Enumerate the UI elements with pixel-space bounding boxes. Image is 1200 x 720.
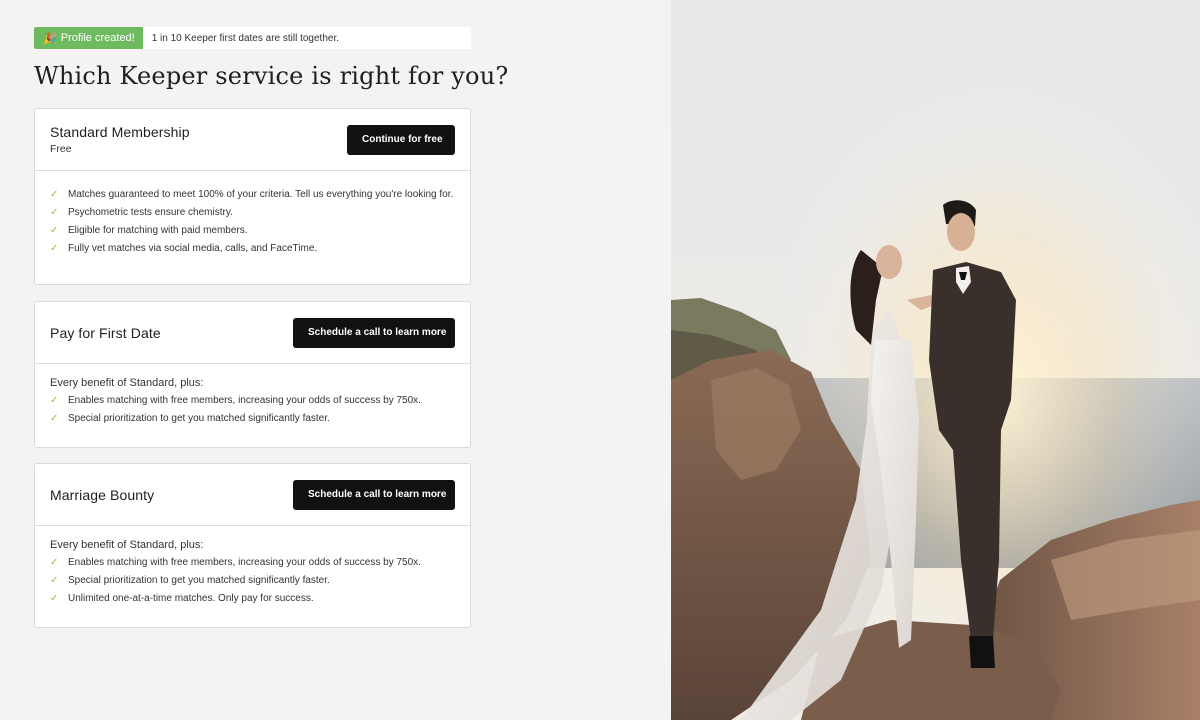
- plan-price: Free: [50, 143, 72, 155]
- benefit-text: Special prioritization to get you matche…: [68, 575, 330, 586]
- plan-card-body: ✓ Matches guaranteed to meet 100% of your…: [35, 171, 470, 256]
- checkmark-icon: ✓: [50, 413, 59, 424]
- plan-card-header: Marriage Bounty Schedule a call to learn…: [35, 464, 470, 526]
- list-item: ✓ Special prioritization to get you match…: [50, 573, 455, 588]
- couple-photo-illustration: [671, 0, 1200, 720]
- plan-card-body: Every benefit of Standard, plus: ✓ Enable…: [35, 526, 470, 606]
- list-item: ✓ Matches guaranteed to meet 100% of your…: [50, 187, 455, 202]
- left-panel: 🎉 Profile created! 1 in 10 Keeper first …: [0, 0, 671, 720]
- benefit-text: Psychometric tests ensure chemistry.: [68, 207, 233, 218]
- schedule-call-button[interactable]: Schedule a call to learn more: [293, 479, 455, 510]
- party-popper-icon: 🎉: [43, 32, 57, 45]
- plan-card-header: Pay for First Date Schedule a call to le…: [35, 302, 470, 364]
- list-item: ✓ Psychometric tests ensure chemistry.: [50, 205, 455, 220]
- banner-message: 1 in 10 Keeper first dates are still tog…: [151, 32, 340, 44]
- plan-title: Standard Membership: [50, 124, 190, 140]
- woman-face-shape: [876, 245, 902, 279]
- continue-for-free-button[interactable]: Continue for free: [347, 124, 455, 155]
- checkmark-icon: ✓: [50, 225, 59, 236]
- page-title: Which Keeper service is right for you?: [34, 62, 509, 90]
- list-item: ✓ Enables matching with free members, inc…: [50, 393, 455, 408]
- profile-created-banner: 🎉 Profile created! 1 in 10 Keeper first …: [34, 27, 471, 49]
- checkmark-icon: ✓: [50, 575, 59, 586]
- checkmark-icon: ✓: [50, 593, 59, 604]
- benefit-text: Special prioritization to get you matche…: [68, 413, 330, 424]
- plan-intro: Every benefit of Standard, plus:: [50, 539, 204, 551]
- plan-card-body: Every benefit of Standard, plus: ✓ Enable…: [35, 364, 470, 426]
- list-item: ✓ Unlimited one-at-a-time matches. Only p…: [50, 591, 455, 606]
- benefit-list: ✓ Enables matching with free members, inc…: [50, 393, 455, 426]
- benefit-text: Enables matching with free members, incr…: [68, 557, 421, 568]
- list-item: ✓ Special prioritization to get you match…: [50, 411, 455, 426]
- checkmark-icon: ✓: [50, 207, 59, 218]
- checkmark-icon: ✓: [50, 395, 59, 406]
- benefit-text: Unlimited one-at-a-time matches. Only pa…: [68, 593, 314, 604]
- checkmark-icon: ✓: [50, 557, 59, 568]
- plan-intro: Every benefit of Standard, plus:: [50, 377, 204, 389]
- list-item: ✓ Fully vet matches via social media, cal…: [50, 241, 455, 256]
- benefit-text: Matches guaranteed to meet 100% of your …: [68, 189, 454, 200]
- benefit-text: Fully vet matches via social media, call…: [68, 243, 318, 254]
- list-item: ✓ Eligible for matching with paid members…: [50, 223, 455, 238]
- benefit-list: ✓ Enables matching with free members, inc…: [50, 555, 455, 606]
- success-badge: 🎉 Profile created!: [34, 27, 143, 49]
- checkmark-icon: ✓: [50, 189, 59, 200]
- benefit-text: Eligible for matching with paid members.: [68, 225, 248, 236]
- benefit-list: ✓ Matches guaranteed to meet 100% of your…: [50, 187, 455, 256]
- couple-photo: [671, 0, 1200, 720]
- plan-card-header: Standard Membership Free Continue for fr…: [35, 109, 470, 171]
- benefit-text: Enables matching with free members, incr…: [68, 395, 421, 406]
- man-face-shape: [947, 213, 975, 251]
- plan-title: Marriage Bounty: [50, 486, 155, 503]
- plan-card-marriage-bounty: Marriage Bounty Schedule a call to learn…: [34, 463, 471, 628]
- schedule-call-button[interactable]: Schedule a call to learn more: [293, 317, 455, 348]
- plan-title: Pay for First Date: [50, 324, 161, 341]
- plan-card-standard: Standard Membership Free Continue for fr…: [34, 108, 471, 285]
- man-shoes-shape: [969, 636, 995, 668]
- success-badge-label: Profile created!: [60, 32, 135, 44]
- plan-card-pay-for-first-date: Pay for First Date Schedule a call to le…: [34, 301, 471, 448]
- list-item: ✓ Enables matching with free members, inc…: [50, 555, 455, 570]
- checkmark-icon: ✓: [50, 243, 59, 254]
